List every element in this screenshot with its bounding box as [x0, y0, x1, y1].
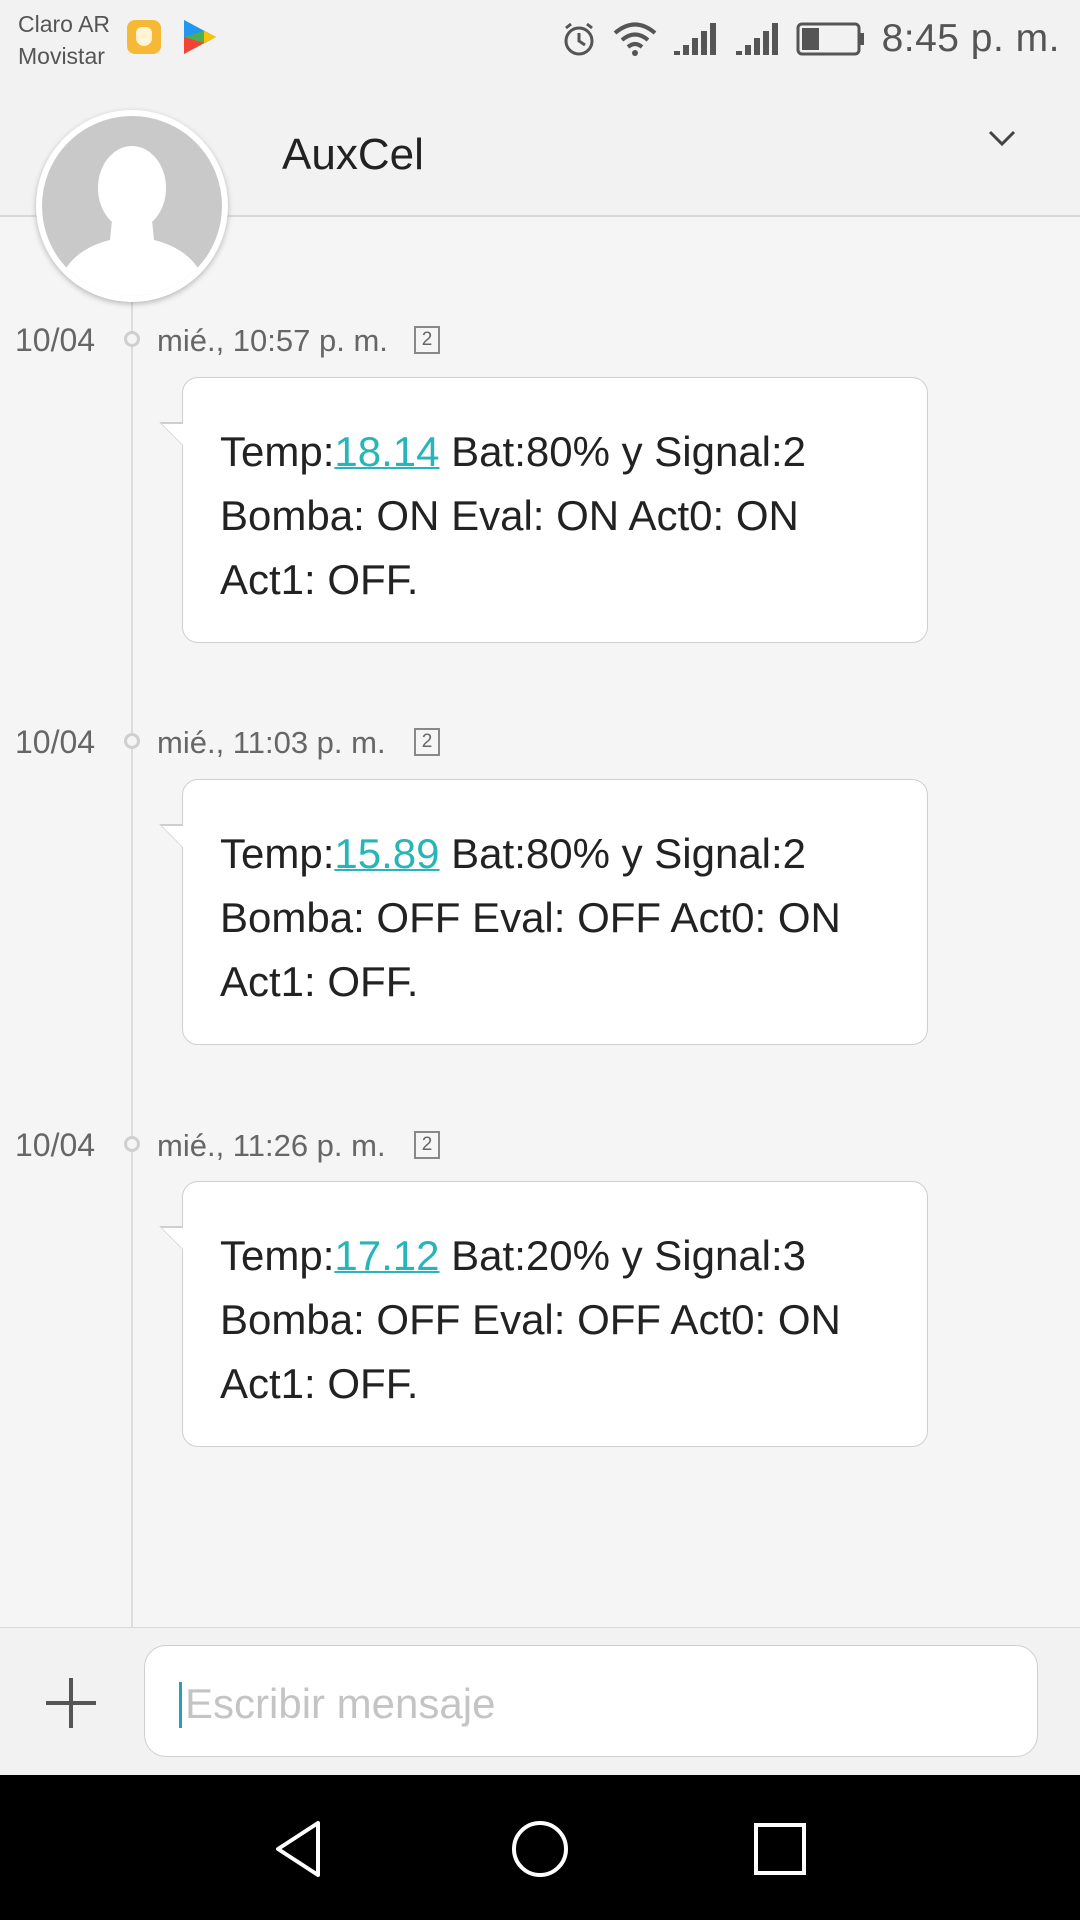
avatar[interactable]	[36, 110, 228, 302]
wifi-icon	[613, 22, 656, 56]
status-bar: Claro AR Movistar 8:45 p. m.	[0, 0, 1080, 78]
recents-icon[interactable]	[748, 1817, 812, 1881]
message-date: 10/04	[15, 322, 96, 358]
sim-badge: 2	[414, 1131, 440, 1159]
signal-1-icon	[673, 23, 716, 55]
message-text: Temp:	[220, 830, 335, 877]
chevron-down-icon[interactable]	[984, 120, 1020, 156]
compose-bar: Escribir mensaje	[0, 1627, 1080, 1775]
temp-link[interactable]: 15.89	[334, 830, 439, 877]
message-bubble[interactable]: Temp:18.14 Bat:80% y Signal:2 Bomba: ON …	[159, 377, 928, 643]
message-date: 10/04	[15, 1127, 96, 1163]
hand-app-icon	[127, 20, 161, 54]
message-bubble[interactable]: Temp:15.89 Bat:80% y Signal:2 Bomba: OFF…	[159, 779, 928, 1045]
status-clock: 8:45 p. m.	[881, 17, 1060, 60]
sim-badge: 2	[414, 728, 440, 756]
status-icons: 8:45 p. m.	[546, 14, 1060, 64]
default-person-icon	[56, 146, 208, 296]
message-bubble[interactable]: Temp:17.12 Bat:20% y Signal:3 Bomba: OFF…	[159, 1181, 928, 1447]
signal-2-icon	[735, 23, 778, 55]
contact-name[interactable]: AuxCel	[282, 130, 424, 180]
message-time: mié., 10:57 p. m.	[157, 323, 388, 358]
message-date: 10/04	[15, 724, 96, 760]
back-icon[interactable]	[268, 1817, 332, 1881]
message-time: mié., 11:03 p. m.	[157, 725, 386, 760]
timeline-dot	[124, 1136, 140, 1152]
sms-conversation-screen: Claro AR Movistar 8:45 p. m. AuxCel 10/0…	[0, 0, 1080, 1920]
message-input[interactable]: Escribir mensaje	[144, 1645, 1038, 1757]
timeline-line	[131, 217, 133, 1627]
battery-icon	[796, 22, 864, 56]
carrier-2: Movistar	[18, 43, 105, 69]
carrier-info: Claro AR Movistar	[18, 8, 110, 72]
alarm-icon	[564, 22, 594, 56]
message-time: mié., 11:26 p. m.	[157, 1128, 386, 1163]
home-icon[interactable]	[508, 1817, 572, 1881]
message-text: Temp:	[220, 1232, 335, 1279]
sim-badge: 2	[414, 326, 440, 354]
timeline-dot	[124, 331, 140, 347]
message-input-placeholder: Escribir mensaje	[185, 1680, 496, 1727]
text-cursor	[179, 1682, 182, 1728]
temp-link[interactable]: 17.12	[334, 1232, 439, 1279]
navigation-bar	[0, 1775, 1080, 1920]
message-text: Temp:	[220, 428, 335, 475]
play-store-icon	[184, 20, 216, 54]
temp-link[interactable]: 18.14	[334, 428, 439, 475]
plus-icon[interactable]	[40, 1672, 102, 1734]
carrier-1: Claro AR	[18, 11, 111, 37]
timeline-dot	[124, 733, 140, 749]
